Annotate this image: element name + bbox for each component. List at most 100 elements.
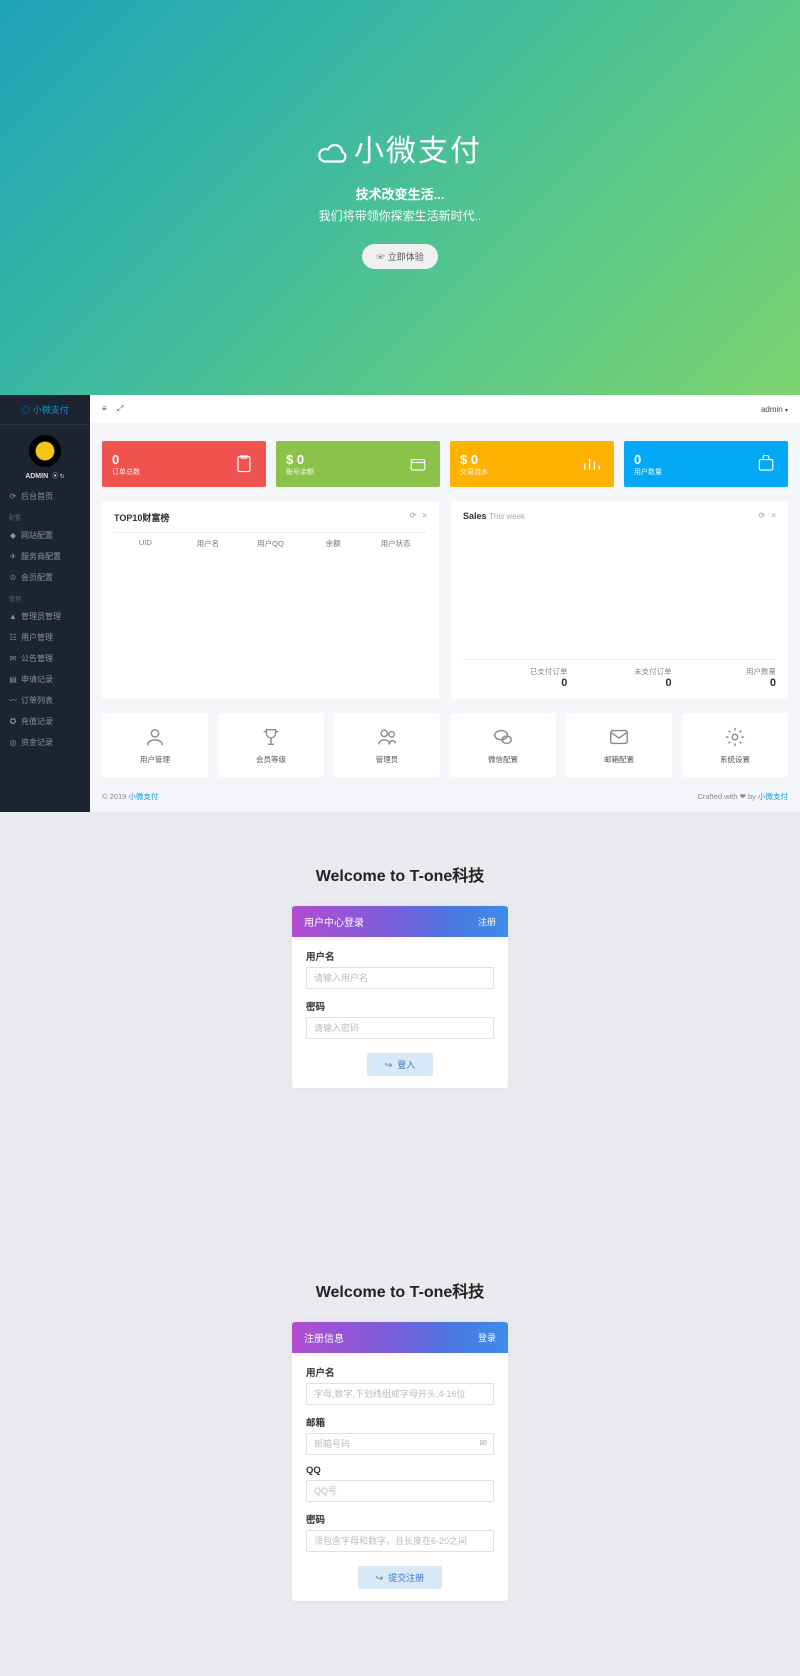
sales-metric: 用户数量0 <box>672 666 776 689</box>
mgr-icon: ☷ <box>9 633 17 642</box>
stat-card-3[interactable]: 0用户数量 <box>624 441 788 487</box>
stat-card-0[interactable]: 0订单总数 <box>102 441 266 487</box>
register-label-0: 用户名 <box>306 1365 494 1379</box>
login-welcome: Welcome to T-one科技 <box>0 862 800 886</box>
hero-subtitle-2: 我们将带领你探索生活新时代.. <box>318 207 482 224</box>
refresh-icon[interactable]: ⟳ <box>759 511 766 520</box>
login-icon: ↪ <box>385 1060 393 1070</box>
stat-icon <box>406 452 430 476</box>
cloud-icon <box>318 143 348 165</box>
quick-link-3[interactable]: 微信配置 <box>450 713 556 777</box>
login-card: 用户中心登录 注册 用户名密码 ↪登入 <box>292 906 508 1088</box>
mgr-icon: ▤ <box>9 675 17 684</box>
register-input-3[interactable] <box>306 1530 494 1552</box>
register-link[interactable]: 注册 <box>478 915 496 928</box>
sales-metric: 已支付订单0 <box>463 666 567 689</box>
register-label-1: 邮箱 <box>306 1415 494 1429</box>
table-col: 用户QQ <box>239 538 302 549</box>
quick-icon <box>450 725 556 749</box>
table-col: 用户名 <box>177 538 240 549</box>
register-input-0[interactable] <box>306 1383 494 1405</box>
stat-card-1[interactable]: $ 0账号余额 <box>276 441 440 487</box>
register-input-1[interactable] <box>306 1433 494 1455</box>
sales-panel: Sales This week ⟳× 已支付订单0未支付订单0用户数量0 <box>451 501 788 699</box>
table-col: 余额 <box>302 538 365 549</box>
mgr-icon: ✉ <box>9 654 17 663</box>
register-label-2: QQ <box>306 1465 494 1476</box>
sidebar-item-mgr-3[interactable]: ▤申请记录 <box>0 669 90 690</box>
sidebar-item-dashboard[interactable]: ⟳后台首页 <box>0 486 90 507</box>
stat-icon <box>580 452 604 476</box>
stat-card-2[interactable]: $ 0交易流水 <box>450 441 614 487</box>
admin-footer: © 2019 小微支付 Crafted with ❤ by 小微支付 <box>102 791 788 802</box>
register-label-3: 密码 <box>306 1512 494 1526</box>
cfg-icon: ✈ <box>9 552 17 561</box>
register-welcome: Welcome to T-one科技 <box>0 1278 800 1302</box>
login-link[interactable]: 登录 <box>478 1331 496 1344</box>
quick-icon <box>218 725 324 749</box>
footer-link-left[interactable]: 小微支付 <box>128 792 158 801</box>
login-label-1: 密码 <box>306 999 494 1013</box>
quick-icon <box>682 725 788 749</box>
email-icon: ✉ <box>479 1438 487 1449</box>
submit-icon: ↪ <box>376 1573 384 1583</box>
quick-link-1[interactable]: 会员等级 <box>218 713 324 777</box>
mgr-icon: 〰 <box>9 695 17 706</box>
quick-links: 用户管理会员等级管理员微信配置邮箱配置系统设置 <box>102 713 788 777</box>
quick-link-4[interactable]: 邮箱配置 <box>566 713 672 777</box>
sidebar-user: ADMIN ⦿ ↻ <box>0 471 90 480</box>
mgr-icon: ◎ <box>9 738 17 747</box>
close-icon[interactable]: × <box>422 511 427 520</box>
register-card-title: 注册信息 <box>304 1330 344 1345</box>
sidebar-group-config: 配置 <box>0 507 90 525</box>
stat-cards: 0订单总数$ 0账号余额$ 0交易流水0用户数量 <box>102 441 788 487</box>
chevron-right-icon: ‹ <box>79 575 81 581</box>
login-label-0: 用户名 <box>306 949 494 963</box>
quick-icon <box>334 725 440 749</box>
sidebar-item-mgr-0[interactable]: ▲管理员管理‹ <box>0 606 90 627</box>
footer-link-right[interactable]: 小微支付 <box>758 792 788 801</box>
sidebar-item-mgr-4[interactable]: 〰订单列表 <box>0 690 90 711</box>
hero-logo: 小微支付 <box>318 126 482 170</box>
sidebar-group-manage: 管理 <box>0 588 90 606</box>
hero-cta-button[interactable]: ☞ 立即体验 <box>362 244 438 269</box>
hero-subtitle-1: 技术改变生活... <box>318 184 482 203</box>
login-input-0[interactable] <box>306 967 494 989</box>
mgr-icon: ✪ <box>9 717 17 726</box>
sidebar-item-cfg-2[interactable]: ♔会员配置‹ <box>0 567 90 588</box>
dashboard-icon: ⟳ <box>9 492 17 501</box>
sidebar-brand[interactable]: ◇ 小微支付 <box>0 395 90 425</box>
quick-link-0[interactable]: 用户管理 <box>102 713 208 777</box>
cfg-icon: ♔ <box>9 573 17 582</box>
cfg-icon: ◆ <box>9 531 17 540</box>
quick-link-2[interactable]: 管理员 <box>334 713 440 777</box>
chevron-right-icon: ‹ <box>79 533 81 539</box>
quick-icon <box>102 725 208 749</box>
fullscreen-icon[interactable]: ⤢ <box>117 404 123 413</box>
sidebar-item-mgr-5[interactable]: ✪充值记录 <box>0 711 90 732</box>
admin-section: ◇ 小微支付 5 ADMIN ⦿ ↻ ⟳后台首页 配置 ◆网站配置‹✈服务商配置… <box>0 395 800 812</box>
chevron-down-icon: ▾ <box>785 408 788 414</box>
menu-toggle-icon[interactable]: ≡ <box>102 404 107 413</box>
avatar[interactable]: 5 <box>29 435 61 467</box>
table-col: 用户状态 <box>364 538 427 549</box>
login-button[interactable]: ↪登入 <box>367 1053 434 1076</box>
topbar-user-dropdown[interactable]: admin ▾ <box>761 405 788 414</box>
sidebar-item-mgr-2[interactable]: ✉公告管理‹ <box>0 648 90 669</box>
sidebar-item-mgr-1[interactable]: ☷用户管理‹ <box>0 627 90 648</box>
refresh-icon[interactable]: ⟳ <box>410 511 417 520</box>
register-input-2[interactable] <box>306 1480 494 1502</box>
sidebar-item-mgr-6[interactable]: ◎资金记录 <box>0 732 90 753</box>
wealth-table-header: UID用户名用户QQ余额用户状态 <box>114 532 427 554</box>
chevron-right-icon: ‹ <box>79 656 81 662</box>
login-input-1[interactable] <box>306 1017 494 1039</box>
wealth-title: TOP10财富榜 <box>114 511 169 524</box>
hero-section: 小微支付 技术改变生活... 我们将带领你探索生活新时代.. ☞ 立即体验 <box>0 0 800 395</box>
sidebar-item-cfg-1[interactable]: ✈服务商配置‹ <box>0 546 90 567</box>
quick-link-5[interactable]: 系统设置 <box>682 713 788 777</box>
mgr-icon: ▲ <box>9 612 17 621</box>
sidebar: ◇ 小微支付 5 ADMIN ⦿ ↻ ⟳后台首页 配置 ◆网站配置‹✈服务商配置… <box>0 395 90 812</box>
close-icon[interactable]: × <box>771 511 776 520</box>
register-button[interactable]: ↪提交注册 <box>358 1566 443 1589</box>
sidebar-item-cfg-0[interactable]: ◆网站配置‹ <box>0 525 90 546</box>
